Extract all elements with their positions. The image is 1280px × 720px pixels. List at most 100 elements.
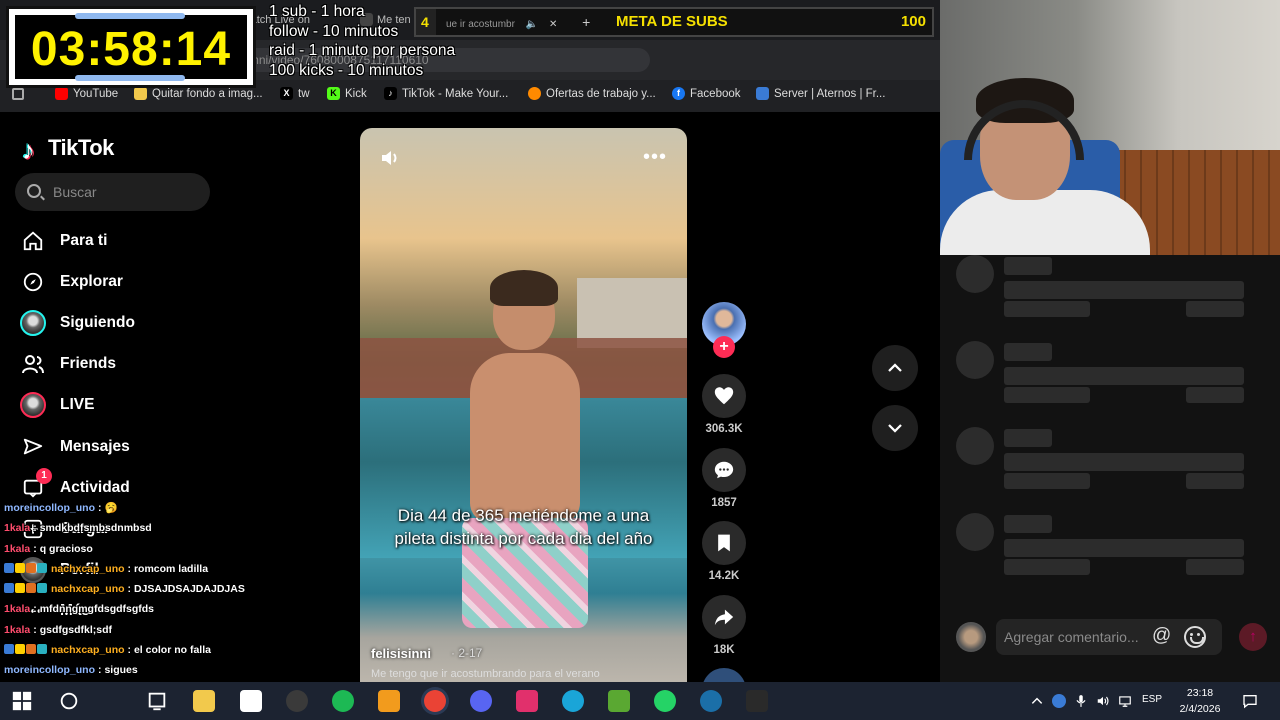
chat-username: moreincollop_uno — [4, 664, 96, 677]
more-options-icon[interactable]: ••• — [643, 146, 667, 169]
bookmark-facebook[interactable]: f Facebook — [672, 86, 741, 102]
nav-friends[interactable]: Friends — [20, 348, 220, 380]
clock-time: 23:18 — [1186, 687, 1214, 699]
emoji-icon[interactable] — [1184, 626, 1206, 648]
x-icon: X — [280, 87, 293, 100]
discord-icon[interactable] — [470, 690, 492, 712]
bookmark-label: Kick — [345, 88, 367, 100]
kick-icon: K — [327, 87, 340, 100]
edge-icon[interactable] — [562, 690, 584, 712]
chat-message: nachxcap_uno: romcom ladilla — [4, 559, 284, 579]
whatsapp-icon[interactable] — [654, 690, 676, 712]
search-icon[interactable] — [58, 690, 80, 712]
file-explorer-icon[interactable] — [193, 690, 215, 712]
instagram-icon[interactable] — [516, 690, 538, 712]
nav-label: Friends — [60, 355, 116, 372]
chat-text: sigues — [104, 664, 138, 677]
chat-message: 1kala: mfdnngmgfdsgdfsgfds — [4, 599, 284, 619]
bookmark-tiktok[interactable]: ♪ TikTok - Make Your... — [384, 86, 508, 102]
windows-start-icon[interactable] — [11, 690, 33, 712]
video-author[interactable]: felisisinni — [371, 646, 431, 661]
steam-icon[interactable] — [700, 690, 722, 712]
comment-composer: @ ↑ — [956, 619, 1267, 655]
clock[interactable]: 23:18 2/4/2026 — [1178, 685, 1222, 717]
search-input[interactable] — [53, 173, 203, 211]
bookmark-kick[interactable]: K Kick — [327, 86, 367, 102]
tiktok-logo[interactable]: ♪ TikTok — [22, 132, 114, 165]
video-player[interactable]: ••• Dia 44 de 365 metiéndome a una pilet… — [360, 128, 687, 682]
stream-timer-widget: 03:58:14 — [6, 6, 256, 88]
timer-accent-bar — [75, 75, 185, 81]
apps-grid-icon[interactable] — [12, 88, 24, 100]
close-icon: ✕ — [548, 19, 558, 30]
store-icon[interactable] — [378, 690, 400, 712]
bookmark-tw[interactable]: X tw — [280, 86, 310, 102]
spotify-icon[interactable] — [332, 690, 354, 712]
badge-icon — [26, 562, 36, 573]
save-button[interactable] — [702, 521, 746, 565]
chat-username: moreincollop_uno — [4, 502, 96, 514]
comment-skeleton — [956, 427, 1266, 497]
task-view-icon[interactable] — [146, 690, 168, 712]
tiktok-icon: ♪ — [384, 87, 397, 100]
nav-live[interactable]: LIVE — [20, 389, 220, 421]
follow-button[interactable]: + — [713, 336, 735, 358]
compass-icon — [20, 269, 46, 295]
bookmark-icon — [718, 534, 730, 552]
live-avatar-icon — [20, 392, 46, 418]
rule-line: 100 kicks - 10 minutos — [269, 61, 424, 79]
comment-button[interactable] — [702, 448, 746, 492]
search-icon — [27, 184, 41, 198]
next-video-button[interactable] — [872, 405, 918, 451]
previous-video-button[interactable] — [872, 345, 918, 391]
chat-username: 1kala — [4, 603, 31, 616]
action-bar: + 306.3K 1857 14.2K 18K — [698, 298, 750, 712]
like-button[interactable] — [702, 374, 746, 418]
bookmark-quitar-fondo[interactable]: Quitar fondo a imag... — [134, 86, 263, 102]
mention-icon[interactable]: @ — [1152, 625, 1171, 647]
microphone-icon[interactable] — [1074, 694, 1088, 708]
network-icon[interactable] — [1118, 694, 1132, 708]
share-button[interactable] — [702, 595, 746, 639]
home-icon — [20, 228, 46, 254]
folder-icon — [134, 87, 147, 100]
comment-action: 1857 — [702, 448, 746, 509]
video-description: Me tengo que ir acostumbrando para el ve… — [371, 668, 600, 680]
user-avatar — [956, 622, 986, 652]
comment-skeleton — [956, 255, 1266, 325]
bookmark-aternos[interactable]: Server | Aternos | Fr... — [756, 86, 885, 102]
chat-username: 1kala — [4, 522, 31, 535]
bookmark-youtube[interactable]: YouTube — [55, 86, 118, 102]
timer-background: 03:58:14 — [15, 13, 247, 81]
volume-icon[interactable] — [1096, 694, 1110, 708]
like-count: 306.3K — [705, 423, 743, 435]
nav-mensajes[interactable]: Mensajes — [20, 431, 220, 463]
bookmark-ofertas[interactable]: Ofertas de trabajo y... — [528, 86, 656, 102]
bookmark-label: tw — [298, 88, 310, 100]
obs-icon[interactable] — [286, 690, 308, 712]
nav-explorar[interactable]: Explorar — [20, 266, 220, 298]
tab-text: ue ir acostumbr — [446, 19, 515, 30]
nav-para-ti[interactable]: Para ti — [20, 225, 220, 257]
volume-icon[interactable] — [378, 146, 402, 170]
chat-badges — [4, 640, 48, 660]
heart-icon — [714, 387, 734, 405]
chevron-up-icon[interactable] — [1030, 694, 1044, 708]
minecraft-icon[interactable] — [608, 690, 630, 712]
speaker-icon: 🔈 — [525, 19, 539, 30]
chrome-icon[interactable] — [424, 690, 446, 712]
chat-message: nachxcap_uno: el color no falla — [4, 640, 284, 660]
epic-games-icon[interactable] — [746, 690, 768, 712]
video-caption: Dia 44 de 365 metiéndome a una pileta di… — [394, 506, 653, 548]
messages-icon — [20, 434, 46, 460]
badge-icon — [15, 562, 25, 573]
capcut-icon[interactable] — [240, 690, 262, 712]
language-indicator[interactable]: ESP — [1142, 694, 1162, 705]
stream-timer: 03:58:14 — [30, 23, 232, 76]
send-button[interactable]: ↑ — [1239, 623, 1267, 651]
badge-icon — [37, 562, 47, 573]
notifications-icon[interactable] — [1242, 693, 1258, 709]
onedrive-icon[interactable] — [1052, 694, 1066, 708]
sub-goal-title: META DE SUBS — [616, 13, 728, 30]
nav-siguiendo[interactable]: Siguiendo — [20, 307, 220, 339]
